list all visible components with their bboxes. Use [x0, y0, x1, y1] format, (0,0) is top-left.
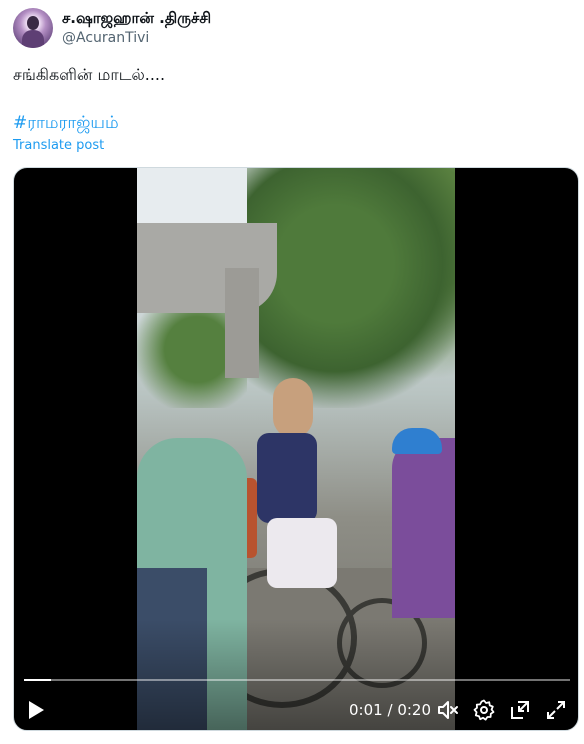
- video-progress-fill: [24, 679, 52, 681]
- avatar-head: [27, 16, 39, 30]
- time-separator: /: [387, 701, 393, 719]
- video-player[interactable]: 0:01 / 0:20: [13, 167, 579, 731]
- user-handle[interactable]: @AcuranTivi: [62, 29, 149, 47]
- hashtag-link[interactable]: #ராமராஜ்யம்: [13, 112, 119, 134]
- avatar-body: [22, 30, 44, 48]
- video-frame: [137, 168, 455, 730]
- video-time: 0:01 / 0:20: [349, 700, 431, 720]
- mute-button[interactable]: [436, 698, 460, 722]
- settings-button[interactable]: [472, 698, 496, 722]
- duration: 0:20: [397, 701, 431, 719]
- translate-post-link[interactable]: Translate post: [13, 137, 104, 154]
- gear-icon: [473, 699, 495, 721]
- tweet-text: சங்கிகளின் மாடல்....: [13, 65, 166, 84]
- fullscreen-button[interactable]: [544, 698, 568, 722]
- play-icon: [29, 701, 44, 719]
- video-shade: [137, 168, 455, 730]
- picture-in-picture-button[interactable]: [508, 698, 532, 722]
- video-progress-bar[interactable]: [24, 679, 570, 681]
- volume-muted-icon: [438, 701, 458, 719]
- play-button[interactable]: [26, 699, 46, 721]
- fullscreen-icon: [547, 701, 565, 719]
- display-name[interactable]: ச.ஷாஜஹான் .திருச்சி: [62, 8, 211, 28]
- picture-in-picture-icon: [511, 701, 529, 719]
- current-time: 0:01: [349, 701, 383, 719]
- avatar[interactable]: [13, 8, 53, 48]
